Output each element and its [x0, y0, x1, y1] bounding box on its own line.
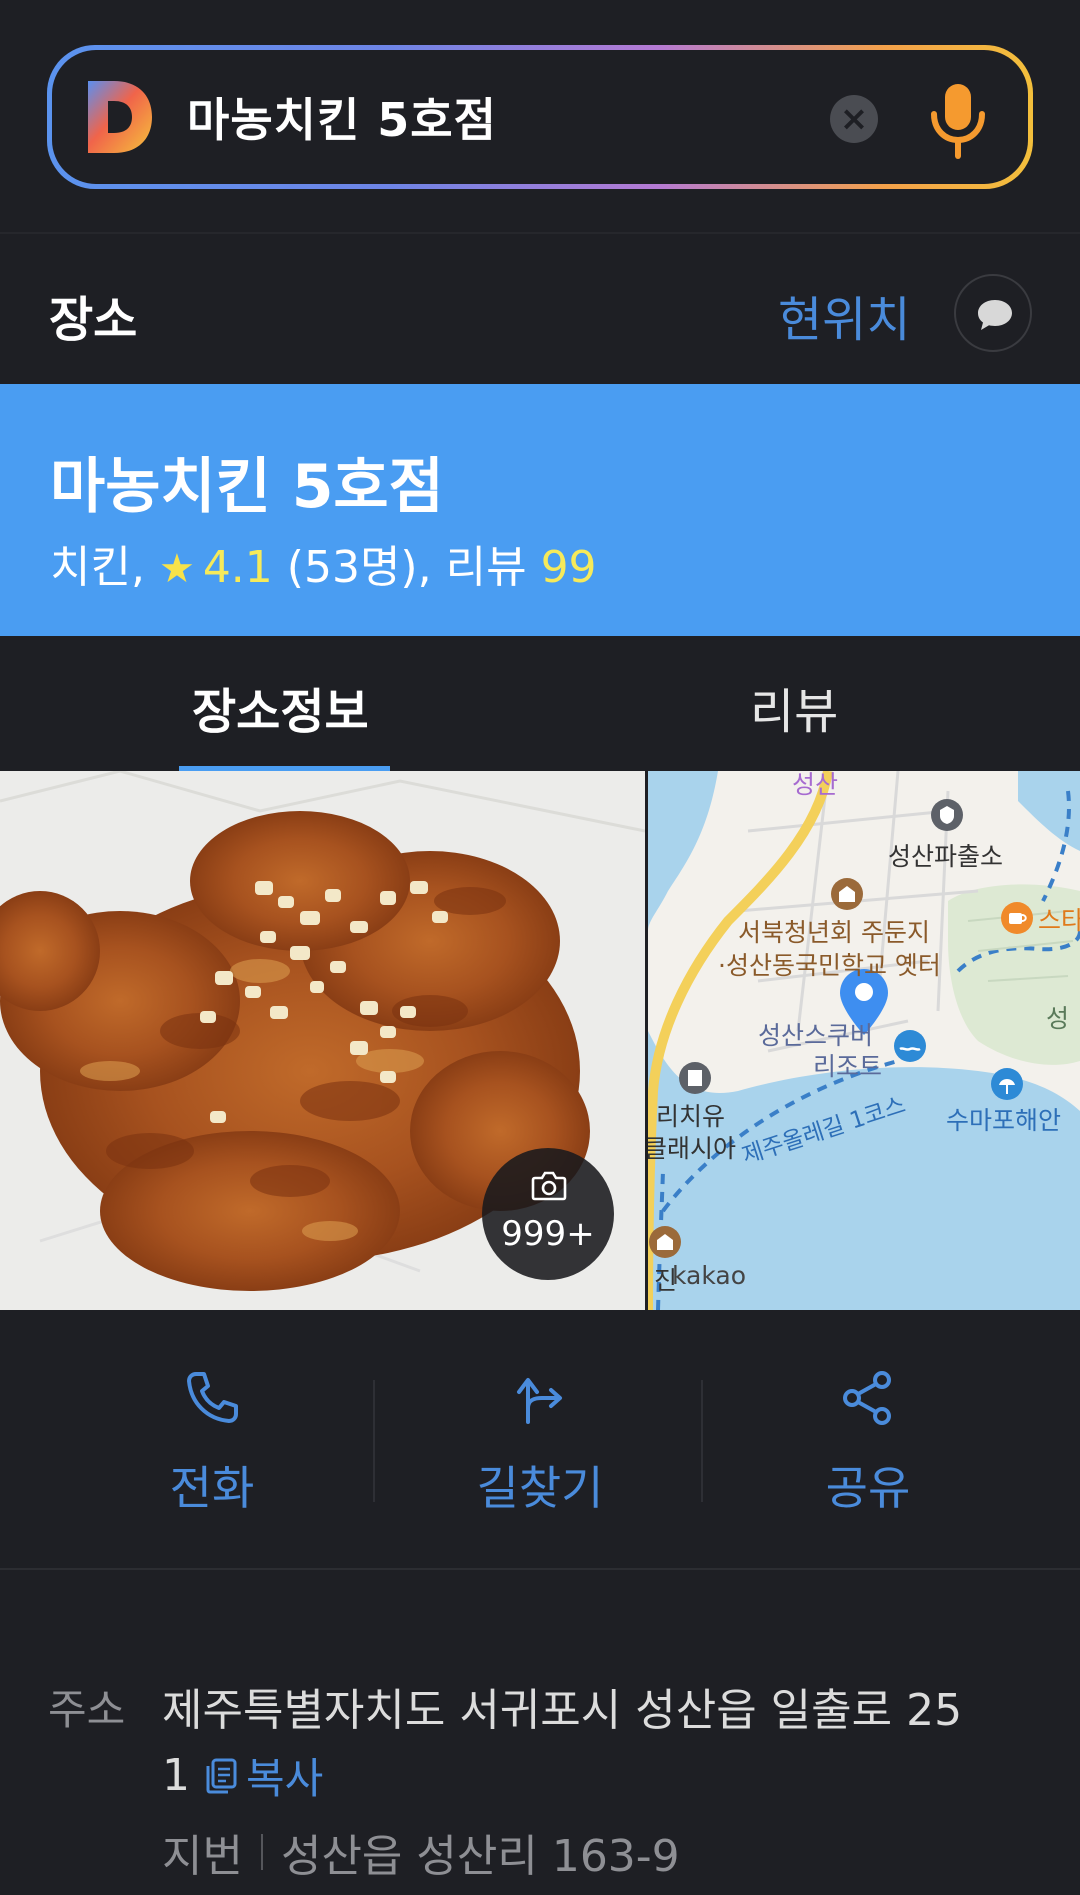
divider	[0, 232, 1080, 234]
call-label: 전화	[169, 1461, 255, 1515]
map-label: 성산	[792, 771, 839, 799]
address-label: 주소	[48, 1685, 126, 1734]
review-count[interactable]: 99	[541, 542, 597, 593]
cafe-icon	[1001, 902, 1033, 934]
star-icon: ★	[158, 546, 195, 592]
map-label: 리조트	[813, 1052, 883, 1081]
section-title: 장소	[49, 292, 138, 348]
place-banner: 마농치킨 5호점 치킨, ★ 4.1 (53명), 리뷰 99	[0, 384, 1080, 636]
camera-icon	[531, 1171, 567, 1201]
police-station-icon	[931, 799, 963, 831]
landmark-icon	[831, 878, 863, 910]
map-label: 스타	[1038, 906, 1080, 935]
directions-label: 길찾기	[476, 1461, 604, 1515]
directions-button[interactable]: 길찾기	[375, 1310, 705, 1570]
place-photo[interactable]: 999+	[0, 771, 645, 1310]
search-bar-inner[interactable]: 마농치킨 5호점 ×	[52, 50, 1028, 184]
place-name: 마농치킨 5호점	[50, 452, 444, 522]
call-button[interactable]: 전화	[47, 1310, 377, 1570]
address-text: 제주특별자치도 서귀포시 성산읍 일출로 25	[162, 1685, 963, 1736]
rating-value: 4.1	[202, 542, 273, 593]
rating-count: (53명),	[286, 542, 432, 593]
beach-icon	[991, 1068, 1023, 1100]
divider	[0, 1568, 1080, 1570]
copy-address-button[interactable]: 복사	[204, 1745, 323, 1806]
place-category: 치킨,	[50, 542, 145, 593]
jibun-address: 지번 성산읍 성산리 163-9	[162, 1820, 680, 1884]
jibun-value: 성산읍 성산리 163-9	[280, 1831, 680, 1882]
share-button[interactable]: 공유	[703, 1310, 1033, 1570]
tab-review[interactable]: 리뷰	[750, 672, 838, 742]
location-map[interactable]: 성산 성산파출소 서북청년회 주둔지 ·성산동국민학교 옛터 성산스쿠버 리조트…	[648, 771, 1080, 1310]
phone-icon	[187, 1372, 238, 1423]
map-label: 수마포해안	[946, 1106, 1062, 1135]
map-label: 클래시아	[648, 1134, 737, 1163]
address-text-end: 1	[162, 1750, 190, 1801]
kakao-logo: kakao	[672, 1261, 747, 1290]
chat-button[interactable]	[954, 274, 1032, 352]
microphone-icon[interactable]	[928, 80, 988, 160]
directions-icon	[517, 1378, 562, 1424]
review-label: 리뷰	[445, 542, 527, 593]
address-text-continued: 1 복사	[162, 1745, 323, 1806]
place-meta: 치킨, ★ 4.1 (53명), 리뷰 99	[50, 531, 597, 595]
action-bar: 전화 길찾기 공유	[0, 1310, 1080, 1570]
jibun-label: 지번	[162, 1831, 243, 1882]
tab-place-info[interactable]: 장소정보	[192, 672, 369, 742]
photo-count: 999+	[501, 1214, 595, 1254]
map-label: 리치유	[656, 1102, 726, 1131]
copy-icon	[206, 1758, 237, 1793]
copy-label: 복사	[246, 1754, 324, 1803]
current-location-button[interactable]: 현위치	[778, 280, 910, 350]
map-label: 성	[1046, 1004, 1070, 1033]
map-label: ·성산동국민학교 옛터	[718, 951, 941, 980]
hotel-icon	[679, 1062, 711, 1094]
chat-bubble-icon	[978, 300, 1012, 330]
share-label: 공유	[825, 1461, 911, 1515]
divider	[260, 1834, 263, 1870]
temple-icon	[649, 1226, 681, 1258]
search-input[interactable]: 마농치킨 5호점	[187, 84, 497, 150]
clear-search-button[interactable]: ×	[830, 95, 878, 143]
search-bar[interactable]: 마농치킨 5호점 ×	[47, 45, 1033, 189]
share-icon	[843, 1371, 891, 1425]
map-label: 성산파출소	[888, 842, 1004, 871]
swimming-icon	[894, 1030, 926, 1062]
daum-logo-icon	[88, 81, 152, 153]
map-label: 서북청년회 주둔지	[738, 918, 930, 947]
photo-count-badge[interactable]: 999+	[482, 1148, 614, 1280]
